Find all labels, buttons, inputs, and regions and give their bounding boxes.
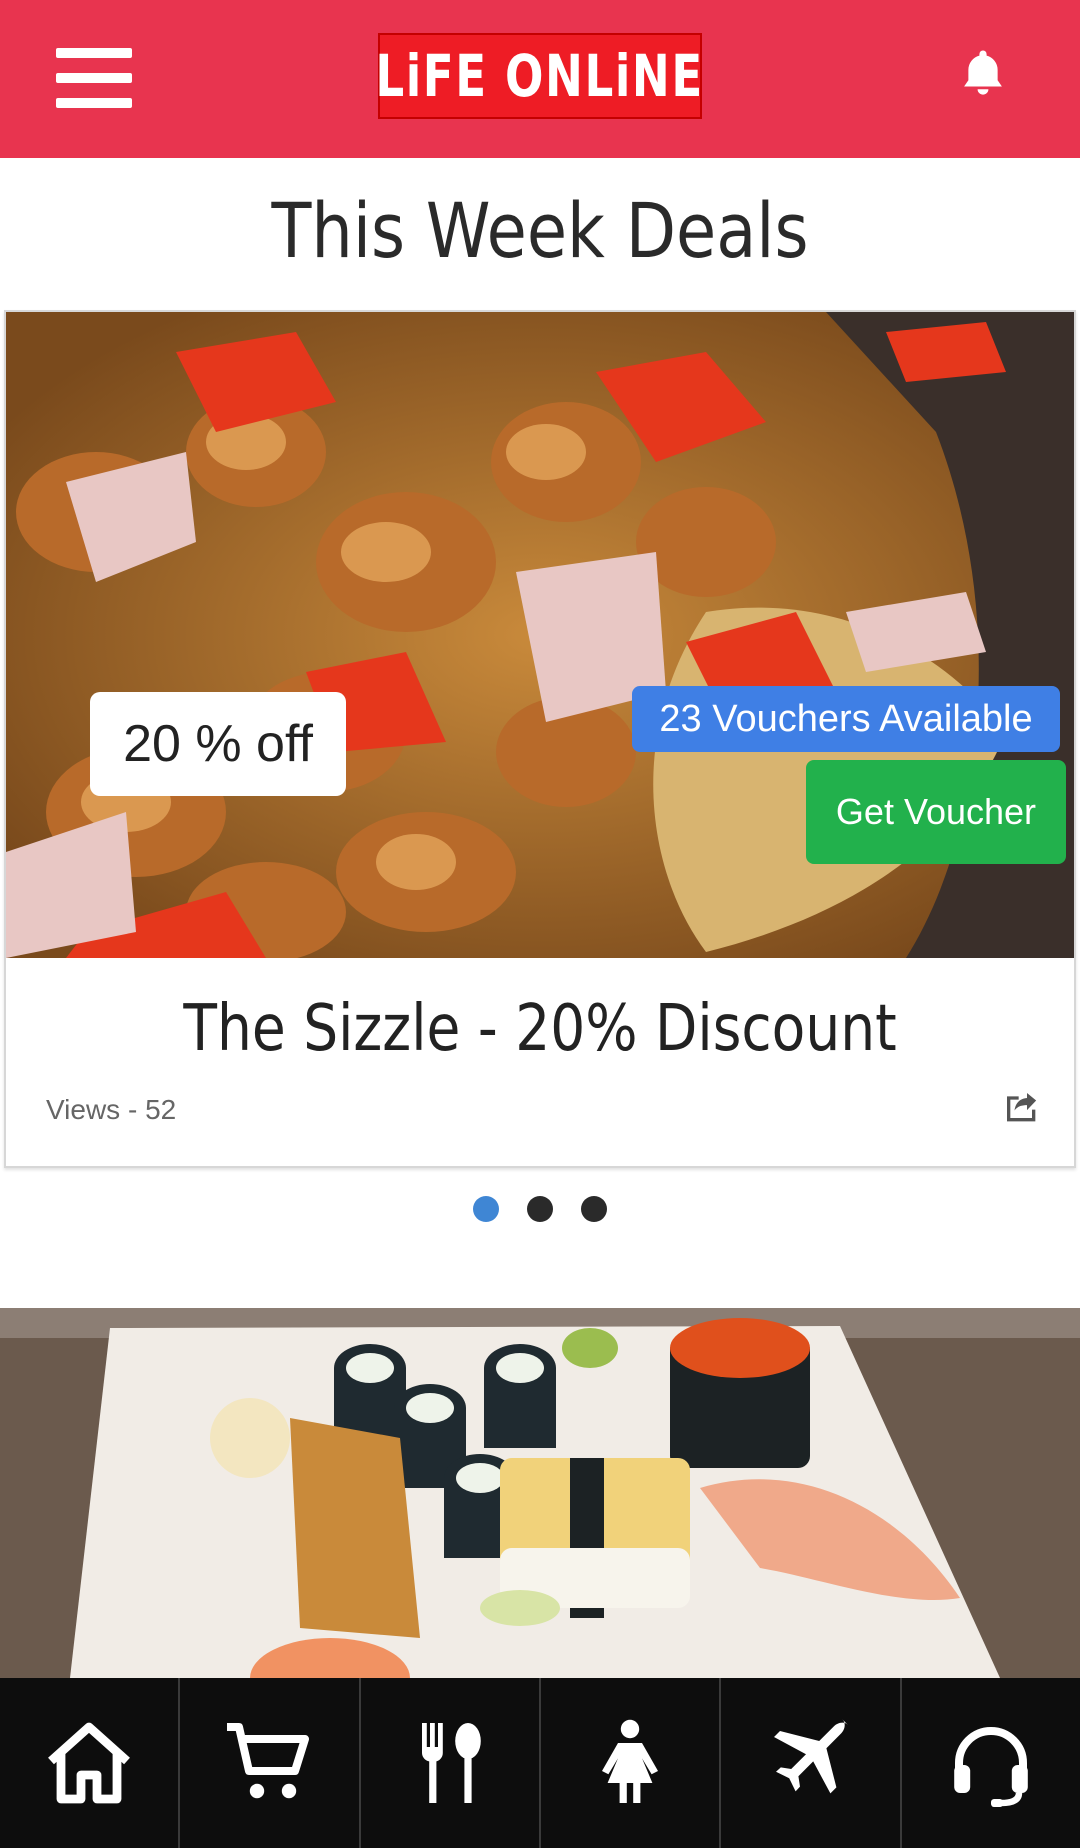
shopping-cart-icon <box>227 1723 310 1799</box>
home-icon <box>48 1722 131 1804</box>
nav-women[interactable] <box>541 1678 722 1848</box>
carousel-dot-2[interactable] <box>527 1196 553 1222</box>
deal-title[interactable]: The Sizzle - 20% Discount <box>81 992 999 1066</box>
views-count: Views - 52 <box>46 1094 177 1125</box>
get-voucher-button[interactable]: Get Voucher <box>806 760 1066 864</box>
nav-shop[interactable] <box>180 1678 361 1848</box>
carousel-pager <box>0 1196 1080 1226</box>
app-header: LiFE ONLiNE <box>0 0 1080 158</box>
nav-food[interactable] <box>361 1678 541 1848</box>
bottom-navigation <box>0 1678 1080 1848</box>
hamburger-menu-icon[interactable] <box>56 48 132 108</box>
brand-logo[interactable]: LiFE ONLiNE <box>375 33 705 119</box>
nav-home[interactable] <box>0 1678 181 1848</box>
carousel-dot-3[interactable] <box>581 1196 607 1222</box>
nav-support[interactable] <box>902 1678 1080 1848</box>
page-title: This Week Deals <box>271 186 809 275</box>
carousel-dot-1[interactable] <box>473 1196 499 1222</box>
nav-travel[interactable] <box>721 1678 902 1848</box>
deal-card[interactable]: 20 % off 23 Vouchers Available Get Vouch… <box>4 310 1076 1168</box>
logo-text: LiFE ONLiNE <box>375 42 705 110</box>
headset-icon <box>953 1727 1028 1807</box>
share-icon[interactable] <box>1002 1088 1042 1128</box>
bell-icon[interactable] <box>956 46 1010 100</box>
second-deal-image[interactable] <box>0 1308 1080 1678</box>
discount-badge: 20 % off <box>90 692 346 796</box>
woman-icon <box>602 1719 659 1803</box>
vouchers-available-badge: 23 Vouchers Available <box>632 686 1060 752</box>
airplane-icon <box>774 1719 849 1794</box>
fork-spoon-icon <box>421 1723 481 1803</box>
